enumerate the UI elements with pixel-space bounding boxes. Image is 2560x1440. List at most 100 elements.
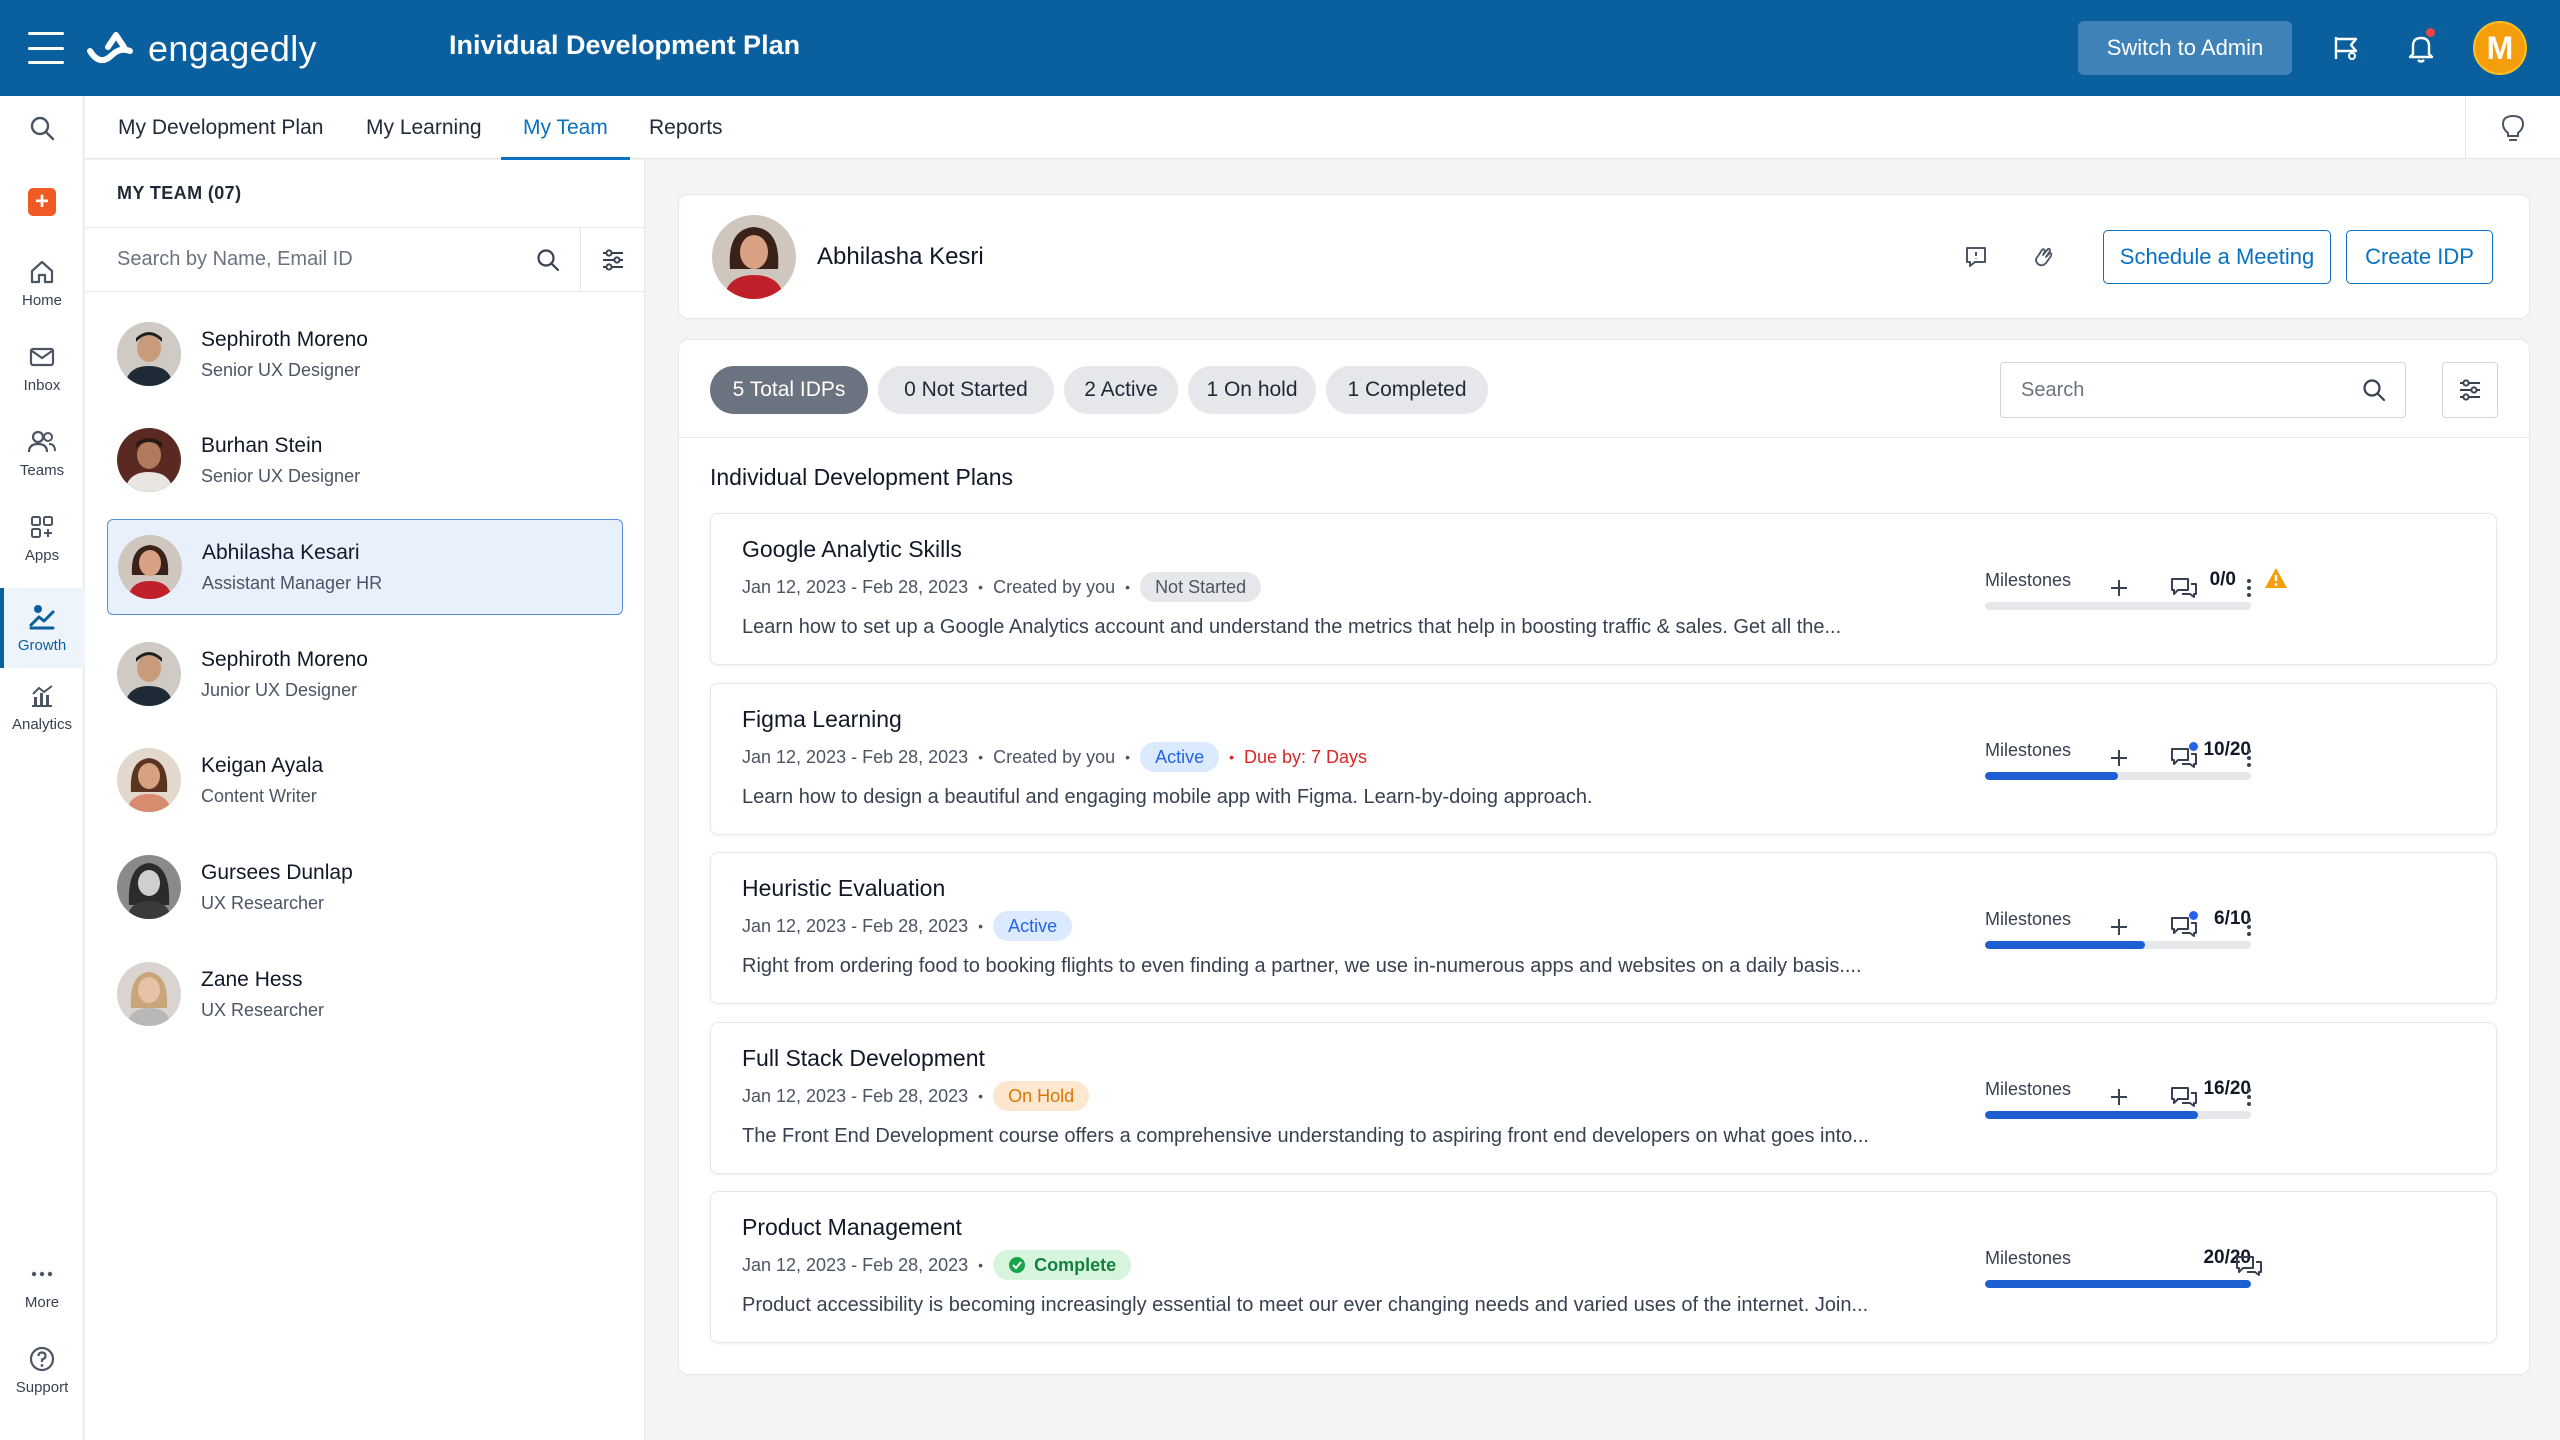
plan-description: Right from ordering food to booking flig… — [742, 955, 1862, 977]
praise-button[interactable] — [2024, 237, 2064, 277]
tab-my-development-plan[interactable]: My Development Plan — [118, 96, 323, 159]
add-milestone-button[interactable] — [2101, 740, 2137, 776]
comments-button[interactable] — [2166, 740, 2202, 776]
add-milestone-button[interactable] — [2101, 909, 2137, 945]
user-avatar[interactable]: M — [2473, 21, 2527, 75]
plus-icon — [2111, 1089, 2127, 1105]
plan-title[interactable]: Figma Learning — [742, 706, 902, 733]
chip-completed[interactable]: 1 Completed — [1326, 366, 1488, 414]
plan-dates: Jan 12, 2023 - Feb 28, 2023 — [742, 576, 969, 597]
comments-button[interactable] — [2166, 570, 2202, 606]
team-member-row-selected[interactable]: Abhilasha Kesari Assistant Manager HR — [107, 519, 623, 615]
sliders-icon — [602, 248, 623, 271]
team-search-button[interactable] — [516, 228, 580, 291]
team-search-input[interactable] — [85, 228, 516, 291]
chat-icon — [2171, 578, 2197, 598]
section-title: Individual Development Plans — [710, 464, 1014, 490]
more-horizontal-icon — [31, 1271, 53, 1277]
milestones-label: Milestones — [1985, 1079, 2072, 1099]
team-filter-button[interactable] — [580, 228, 644, 291]
rail-item-home[interactable]: Home — [0, 258, 84, 309]
idp-plan-card[interactable]: Google Analytic Skills Jan 12, 2023 - Fe… — [710, 513, 2497, 665]
chip-active[interactable]: 2 Active — [1064, 366, 1178, 414]
rail-item-inbox[interactable]: Inbox — [0, 343, 84, 394]
comments-button[interactable] — [2166, 909, 2202, 945]
more-options-button[interactable] — [2231, 570, 2267, 606]
member-name: Sephiroth Moreno — [201, 647, 368, 671]
tips-button[interactable] — [2465, 96, 2560, 159]
comments-button[interactable] — [2166, 1079, 2202, 1115]
team-member-row[interactable]: Keigan Ayala Content Writer — [107, 732, 623, 828]
idp-plan-card[interactable]: Figma Learning Jan 12, 2023 - Feb 28, 20… — [710, 683, 2497, 835]
member-name: Keigan Ayala — [201, 753, 324, 777]
separator: • — [1125, 579, 1131, 595]
menu-icon[interactable] — [28, 32, 64, 64]
rail-item-apps[interactable]: Apps — [0, 513, 84, 564]
member-name: Zane Hess — [201, 967, 303, 991]
due-date: Due by: 7 Days — [1244, 746, 1368, 767]
more-options-button[interactable] — [2231, 909, 2267, 945]
idp-plan-card[interactable]: Product Management Jan 12, 2023 - Feb 28… — [710, 1191, 2497, 1343]
plan-meta: Jan 12, 2023 - Feb 28, 2023 • Complete — [742, 1249, 1132, 1281]
add-milestone-button[interactable] — [2101, 1079, 2137, 1115]
idp-plan-card[interactable]: Heuristic Evaluation Jan 12, 2023 - Feb … — [710, 852, 2497, 1004]
plan-title[interactable]: Product Management — [742, 1214, 962, 1241]
rail-label-analytics: Analytics — [11, 716, 73, 733]
member-role: Content Writer — [201, 785, 317, 806]
team-member-row[interactable]: Sephiroth Moreno Senior UX Designer — [107, 306, 623, 402]
chip-on-hold[interactable]: 1 On hold — [1188, 366, 1316, 414]
check-circle-icon — [1009, 1257, 1026, 1273]
member-role: Senior UX Designer — [201, 359, 361, 380]
member-name: Sephiroth Moreno — [201, 327, 368, 351]
announcement-icon[interactable] — [2327, 28, 2367, 68]
unread-dot — [2189, 911, 2198, 920]
rail-item-support[interactable]: Support — [0, 1345, 84, 1396]
more-options-button[interactable] — [2231, 740, 2267, 776]
bell-icon[interactable] — [2401, 28, 2441, 68]
rail-item-teams[interactable]: Teams — [0, 428, 84, 479]
more-options-button[interactable] — [2231, 1079, 2267, 1115]
milestones-label: Milestones — [1985, 740, 2072, 760]
kebab-icon — [2247, 1088, 2251, 1106]
rail-item-growth[interactable]: Growth — [0, 588, 84, 668]
chip-total-idps[interactable]: 5 Total IDPs — [710, 366, 868, 414]
page-title: Inividual Development Plan — [449, 30, 801, 60]
brand-logo[interactable]: engagedly — [86, 24, 317, 74]
idp-plan-card[interactable]: Full Stack Development Jan 12, 2023 - Fe… — [710, 1022, 2497, 1174]
team-panel: MY TEAM (07) Sephiroth Moreno Senior UX … — [85, 160, 645, 1440]
add-milestone-button[interactable] — [2101, 570, 2137, 606]
rail-item-analytics[interactable]: Analytics — [0, 682, 84, 733]
avatar — [118, 535, 182, 599]
team-member-row[interactable]: Burhan Stein Senior UX Designer — [107, 412, 623, 508]
progress-fill — [1985, 1280, 2251, 1288]
status-badge-label: Complete — [1034, 1254, 1117, 1275]
search-icon[interactable] — [2361, 377, 2387, 403]
member-name: Burhan Stein — [201, 433, 323, 457]
kebab-icon — [2247, 579, 2251, 597]
chip-not-started[interactable]: 0 Not Started — [878, 366, 1054, 414]
rail-label-growth: Growth — [17, 636, 67, 654]
plan-meta: Jan 12, 2023 - Feb 28, 2023 • Active — [742, 910, 1073, 942]
feedback-button[interactable] — [1956, 237, 1996, 277]
status-filter-row: 5 Total IDPs 0 Not Started 2 Active 1 On… — [679, 340, 2529, 438]
plan-title[interactable]: Google Analytic Skills — [742, 536, 962, 563]
team-member-row[interactable]: Gursees Dunlap UX Researcher — [107, 839, 623, 935]
team-member-row[interactable]: Zane Hess UX Researcher — [107, 946, 623, 1042]
tab-my-team[interactable]: My Team — [501, 96, 630, 160]
switch-to-admin-button[interactable]: Switch to Admin — [2078, 21, 2292, 75]
rail-search[interactable] — [0, 114, 84, 142]
unread-dot — [2189, 742, 2198, 751]
idp-filter-button[interactable] — [2442, 362, 2498, 418]
plan-title[interactable]: Heuristic Evaluation — [742, 875, 945, 902]
create-idp-button[interactable]: Create IDP — [2346, 230, 2493, 284]
schedule-meeting-button[interactable]: Schedule a Meeting — [2103, 230, 2331, 284]
tab-my-learning[interactable]: My Learning — [366, 96, 482, 159]
rail-item-more[interactable]: More — [0, 1260, 84, 1311]
tab-reports[interactable]: Reports — [649, 96, 723, 159]
team-member-row[interactable]: Sephiroth Moreno Junior UX Designer — [107, 626, 623, 722]
plan-title[interactable]: Full Stack Development — [742, 1045, 985, 1072]
rail-quick-add[interactable]: + — [0, 188, 84, 216]
avatar — [712, 215, 796, 299]
comments-button[interactable] — [2231, 1248, 2267, 1284]
idp-search-input[interactable] — [2001, 378, 2361, 402]
